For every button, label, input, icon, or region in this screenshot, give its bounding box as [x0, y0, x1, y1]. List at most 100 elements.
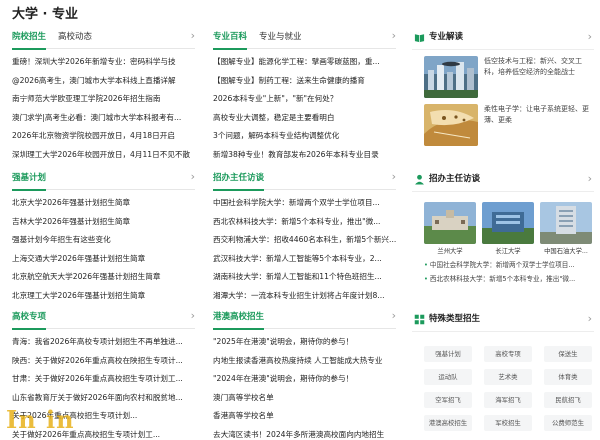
- chevron-right-icon[interactable]: ›: [392, 309, 396, 323]
- tab-admissions[interactable]: 院校招生: [12, 30, 47, 50]
- list-item[interactable]: 甘肃：关于做好2026年重点高校招生专项计划工...: [12, 370, 195, 389]
- list-item[interactable]: 高校专业大调整，稳定是主要看明白: [213, 109, 396, 128]
- card-title: 专业解读: [429, 32, 464, 42]
- list-item[interactable]: 新增38种专业！教育部发布2026年本科专业目录: [213, 146, 396, 165]
- tab-bar: 招办主任访谈 ›: [213, 169, 396, 191]
- list-item[interactable]: 2026本科专业"上新"，"新"在何处？: [213, 90, 396, 109]
- list-item[interactable]: 西交利物浦大学：招收4460名本科生，新增5个新兴...: [213, 231, 396, 250]
- news-list: 北京大学2026年强基计划招生简章 吉林大学2026年强基计划招生简章 强基计划…: [12, 194, 195, 305]
- open-book-icon: [414, 34, 425, 43]
- list-item[interactable]: 西北农林科技大学：新增5个本科专业，推出"微...: [213, 213, 396, 232]
- photo-card[interactable]: 长江大学: [482, 202, 534, 256]
- tag-chip[interactable]: 公费师范生: [544, 415, 592, 431]
- tab-major-wiki[interactable]: 专业百科: [213, 30, 248, 50]
- page-title: 大学 · 专业: [12, 7, 78, 22]
- photo-card[interactable]: 兰州大学: [424, 202, 476, 256]
- tab-director-interview[interactable]: 招办主任访谈: [213, 171, 265, 191]
- card-special-admission: 特殊类型招生 › 强基计划 高校专项 保送生运动队 艺术类 体育类空军招飞 海军招飞 民航招…: [412, 308, 594, 440]
- tag-chip[interactable]: 体育类: [544, 369, 592, 385]
- list-item[interactable]: 中国社会科学院大学：新增两个双学士学位项目...: [213, 194, 396, 213]
- list-item[interactable]: 北京大学2026年强基计划招生简章: [12, 194, 195, 213]
- section-admissions: 院校招生 高校动态 › 重磅！深圳大学2026年新增专业：密码科学与技 @202…: [12, 28, 195, 164]
- tag-chip[interactable]: 高校专项: [484, 346, 532, 362]
- list-item[interactable]: 2026年北京物资学院校园开放日，4月18日开启: [12, 127, 195, 146]
- list-item[interactable]: "2025年在港澳"说明会，期待你的参与！: [213, 333, 396, 352]
- analysis-item[interactable]: 柔性电子学：让电子系统更轻、更薄、更柔: [424, 104, 592, 146]
- tab-bar: 专业百科 专业与就业 ›: [213, 28, 396, 50]
- analysis-text: 低空技术与工程：新兴、交叉工科，培养低空经济的全能战士: [484, 57, 582, 76]
- list-item[interactable]: 【图解专业】制药工程：送来生命健康的播育: [213, 72, 396, 91]
- photo-strip: 兰州大学 长江大学 中国石油大学...: [424, 202, 592, 256]
- tag-chip[interactable]: 空军招飞: [424, 392, 472, 408]
- tag-chip[interactable]: 港澳高校招生: [424, 415, 472, 431]
- tab-major-career[interactable]: 专业与就业: [259, 30, 302, 44]
- campus-photo: [424, 202, 476, 244]
- news-list: 重磅！深圳大学2026年新增专业：密码科学与技 @2026高考生，澳门城市大学本…: [12, 53, 195, 164]
- tag-chip[interactable]: 运动队: [424, 369, 472, 385]
- news-list: 中国社会科学院大学：新增两个双学士学位项目... 西北农林科技大学：新增5个本科…: [213, 194, 396, 305]
- interview-news-item[interactable]: • 中国社会科学院大学：新增两个双学士学位项目...: [424, 260, 592, 270]
- photo-card[interactable]: 中国石油大学...: [540, 202, 592, 256]
- card-header: 特殊类型招生 ›: [412, 308, 594, 332]
- tab-bar: 高校专项 ›: [12, 308, 195, 330]
- tab-bar: 院校招生 高校动态 ›: [12, 28, 195, 50]
- tab-campus-news[interactable]: 高校动态: [58, 30, 92, 44]
- photo-caption: 中国石油大学...: [544, 248, 588, 255]
- list-item[interactable]: 吉林大学2026年强基计划招生简章: [12, 213, 195, 232]
- chevron-right-icon[interactable]: ›: [191, 29, 195, 43]
- chevron-right-icon[interactable]: ›: [588, 312, 592, 326]
- list-item[interactable]: 内地生报读香港高校热度持续 人工智能成大热专业: [213, 352, 396, 371]
- chevron-right-icon[interactable]: ›: [191, 170, 195, 184]
- grid-icon: [414, 314, 425, 325]
- list-item[interactable]: 青海：我省2026年高校专项计划招生不再单独进...: [12, 333, 195, 352]
- card-title: 特殊类型招生: [429, 314, 481, 324]
- chevron-right-icon[interactable]: ›: [588, 172, 592, 186]
- chevron-right-icon[interactable]: ›: [392, 29, 396, 43]
- tag-chip[interactable]: 强基计划: [424, 346, 472, 362]
- list-item[interactable]: 陕西：关于做好2026年重点高校在陕招生专项计...: [12, 352, 195, 371]
- card-header: 专业解读 ›: [412, 26, 594, 50]
- campus-photo: [482, 202, 534, 244]
- analysis-text: 柔性电子学：让电子系统更轻、更薄、更柔: [484, 105, 589, 124]
- section-hk-macau: 港澳高校招生 › "2025年在港澳"说明会，期待你的参与！ 内地生报读香港高校…: [213, 308, 396, 440]
- list-item[interactable]: 强基计划今年招生有这些变化: [12, 231, 195, 250]
- chevron-right-icon[interactable]: ›: [392, 170, 396, 184]
- list-item[interactable]: 南宁师范大学欧亚理工学院2026年招生指南: [12, 90, 195, 109]
- news-list: 【图解专业】能源化学工程：擘画零碳蓝图，重... 【图解专业】制药工程：送来生命…: [213, 53, 396, 164]
- list-item[interactable]: 澳门求学|高考生必看：澳门城市大学本科报考有...: [12, 109, 195, 128]
- list-item[interactable]: 澳门高等学校名单: [213, 389, 396, 408]
- tag-chip[interactable]: 艺术类: [484, 369, 532, 385]
- tab-hk-macau[interactable]: 港澳高校招生: [213, 310, 265, 330]
- tag-chip[interactable]: 海军招飞: [484, 392, 532, 408]
- tab-special-program[interactable]: 高校专项: [12, 310, 47, 330]
- list-item[interactable]: 湖南科技大学：新增人工智能和11个特色班招生...: [213, 268, 396, 287]
- interview-news-item[interactable]: • 西北农林科技大学：新增5个本科专业，推出"微...: [424, 274, 592, 284]
- tab-bar: 强基计划 ›: [12, 169, 195, 191]
- photo-caption: 长江大学: [495, 248, 521, 255]
- card-header: 招办主任访谈 ›: [412, 168, 594, 192]
- tab-strong-base[interactable]: 强基计划: [12, 171, 47, 191]
- section-director-interview: 招办主任访谈 › 中国社会科学院大学：新增两个双学士学位项目... 西北农林科技…: [213, 169, 396, 305]
- user-icon: [415, 174, 424, 185]
- campus-photo: [540, 202, 592, 244]
- list-item[interactable]: @2026高考生，澳门城市大学本科线上直播详解: [12, 72, 195, 91]
- list-item[interactable]: "2024年在港澳"说明会，期待你的参与！: [213, 370, 396, 389]
- chevron-right-icon[interactable]: ›: [191, 309, 195, 323]
- chevron-right-icon[interactable]: ›: [588, 30, 592, 44]
- list-item[interactable]: 湘潭大学：一流本科专业招生计划将占年度计划8...: [213, 287, 396, 306]
- list-item[interactable]: 3个问题，解码本科专业结构调整优化: [213, 127, 396, 146]
- tab-bar: 港澳高校招生 ›: [213, 308, 396, 330]
- list-item[interactable]: 深圳理工大学2026年校园开放日，4月11日不见不散: [12, 146, 195, 165]
- analysis-item[interactable]: 低空技术与工程：新兴、交叉工科，培养低空经济的全能战士: [424, 56, 592, 98]
- list-item[interactable]: 去大湾区读书！2024年多所港澳高校面向内地招生: [213, 426, 396, 440]
- tag-chip[interactable]: 军校招生: [484, 415, 532, 431]
- list-item[interactable]: 北京理工大学2026年强基计划招生简章: [12, 287, 195, 306]
- list-item[interactable]: 重磅！深圳大学2026年新增专业：密码科学与技: [12, 53, 195, 72]
- list-item[interactable]: 武汉科技大学：新增人工智能等5个本科专业，2...: [213, 250, 396, 269]
- tag-chip[interactable]: 保送生: [544, 346, 592, 362]
- tag-chip[interactable]: 民航招飞: [544, 392, 592, 408]
- list-item[interactable]: 上海交通大学2026年强基计划招生简章: [12, 250, 195, 269]
- list-item[interactable]: 香港高等学校名单: [213, 407, 396, 426]
- list-item[interactable]: 【图解专业】能源化学工程：擘画零碳蓝图，重...: [213, 53, 396, 72]
- list-item[interactable]: 北京航空航天大学2026年强基计划招生简章: [12, 268, 195, 287]
